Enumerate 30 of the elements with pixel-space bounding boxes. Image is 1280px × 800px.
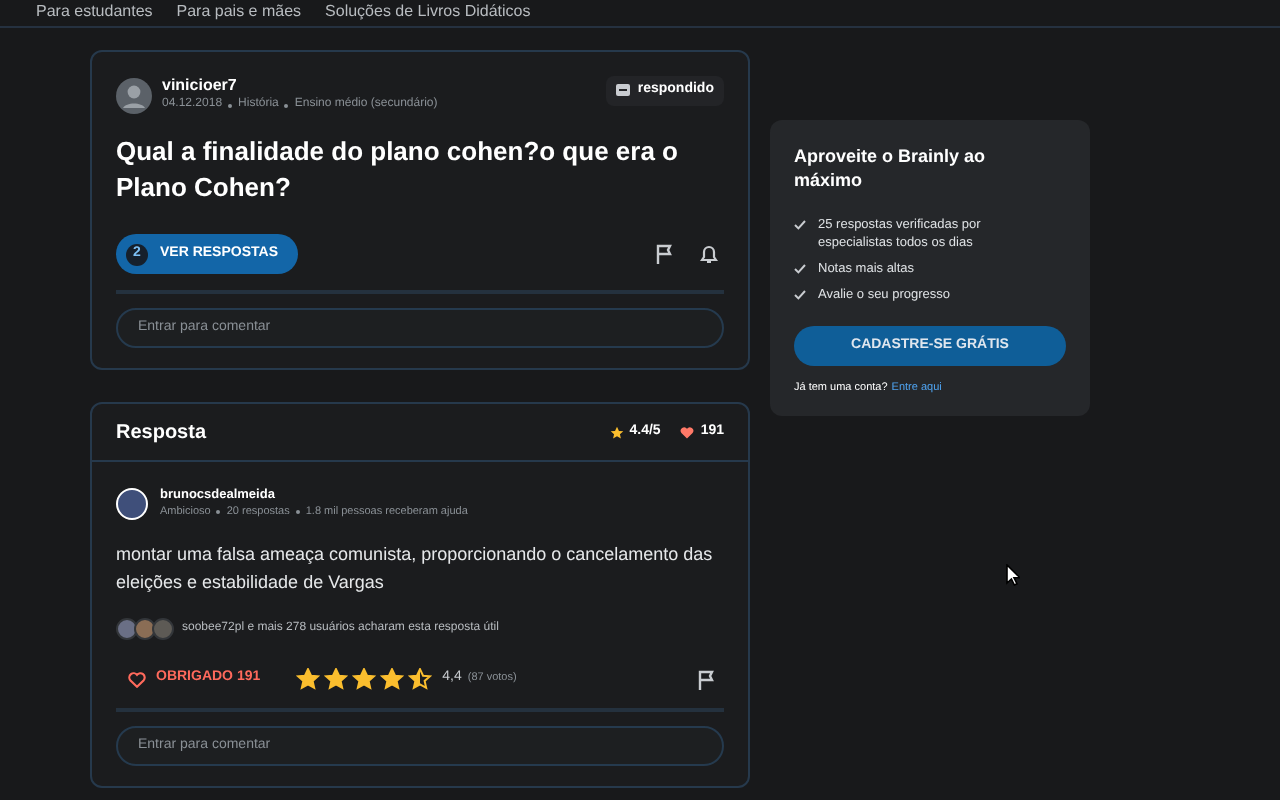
star-icon	[408, 668, 433, 690]
answer-heading: Resposta	[116, 419, 209, 447]
bell-icon[interactable]	[700, 244, 718, 264]
nav-link[interactable]: Soluções de Livros Didáticos	[325, 4, 531, 20]
star-icon	[324, 668, 349, 690]
message-icon	[615, 84, 630, 97]
heart-icon	[680, 425, 695, 439]
author-name[interactable]: vinicioer7	[162, 76, 606, 96]
user-avatar	[116, 618, 138, 640]
flag-icon[interactable]	[656, 244, 674, 264]
nav-link[interactable]: Para estudantes	[36, 4, 153, 20]
cursor-icon	[1006, 564, 1020, 586]
nav-link[interactable]: Para pais e mães	[176, 4, 302, 20]
check-icon	[794, 290, 806, 300]
star-icon	[352, 668, 377, 690]
check-icon	[794, 220, 806, 230]
avatar-icon	[116, 487, 148, 519]
star-rating[interactable]	[296, 668, 433, 690]
check-icon	[794, 264, 806, 274]
star-icon	[380, 668, 405, 690]
user-avatar	[152, 618, 174, 640]
promo-title: Aproveite o Brainly ao máximo	[794, 144, 988, 192]
answer-text: montar uma falsa ameaça comunista, proporcionando o cancelamento das eleições e estabilidade de Vargas	[116, 542, 715, 596]
star-icon	[609, 425, 624, 439]
star-icon	[296, 668, 321, 690]
avatar-icon	[116, 78, 152, 114]
heart-outline-icon	[128, 671, 146, 687]
flag-icon[interactable]	[698, 669, 716, 689]
user-avatar	[134, 618, 156, 640]
question-text: Qual a finalidade do plano cohen?o que era o Plano Cohen?	[116, 134, 680, 206]
